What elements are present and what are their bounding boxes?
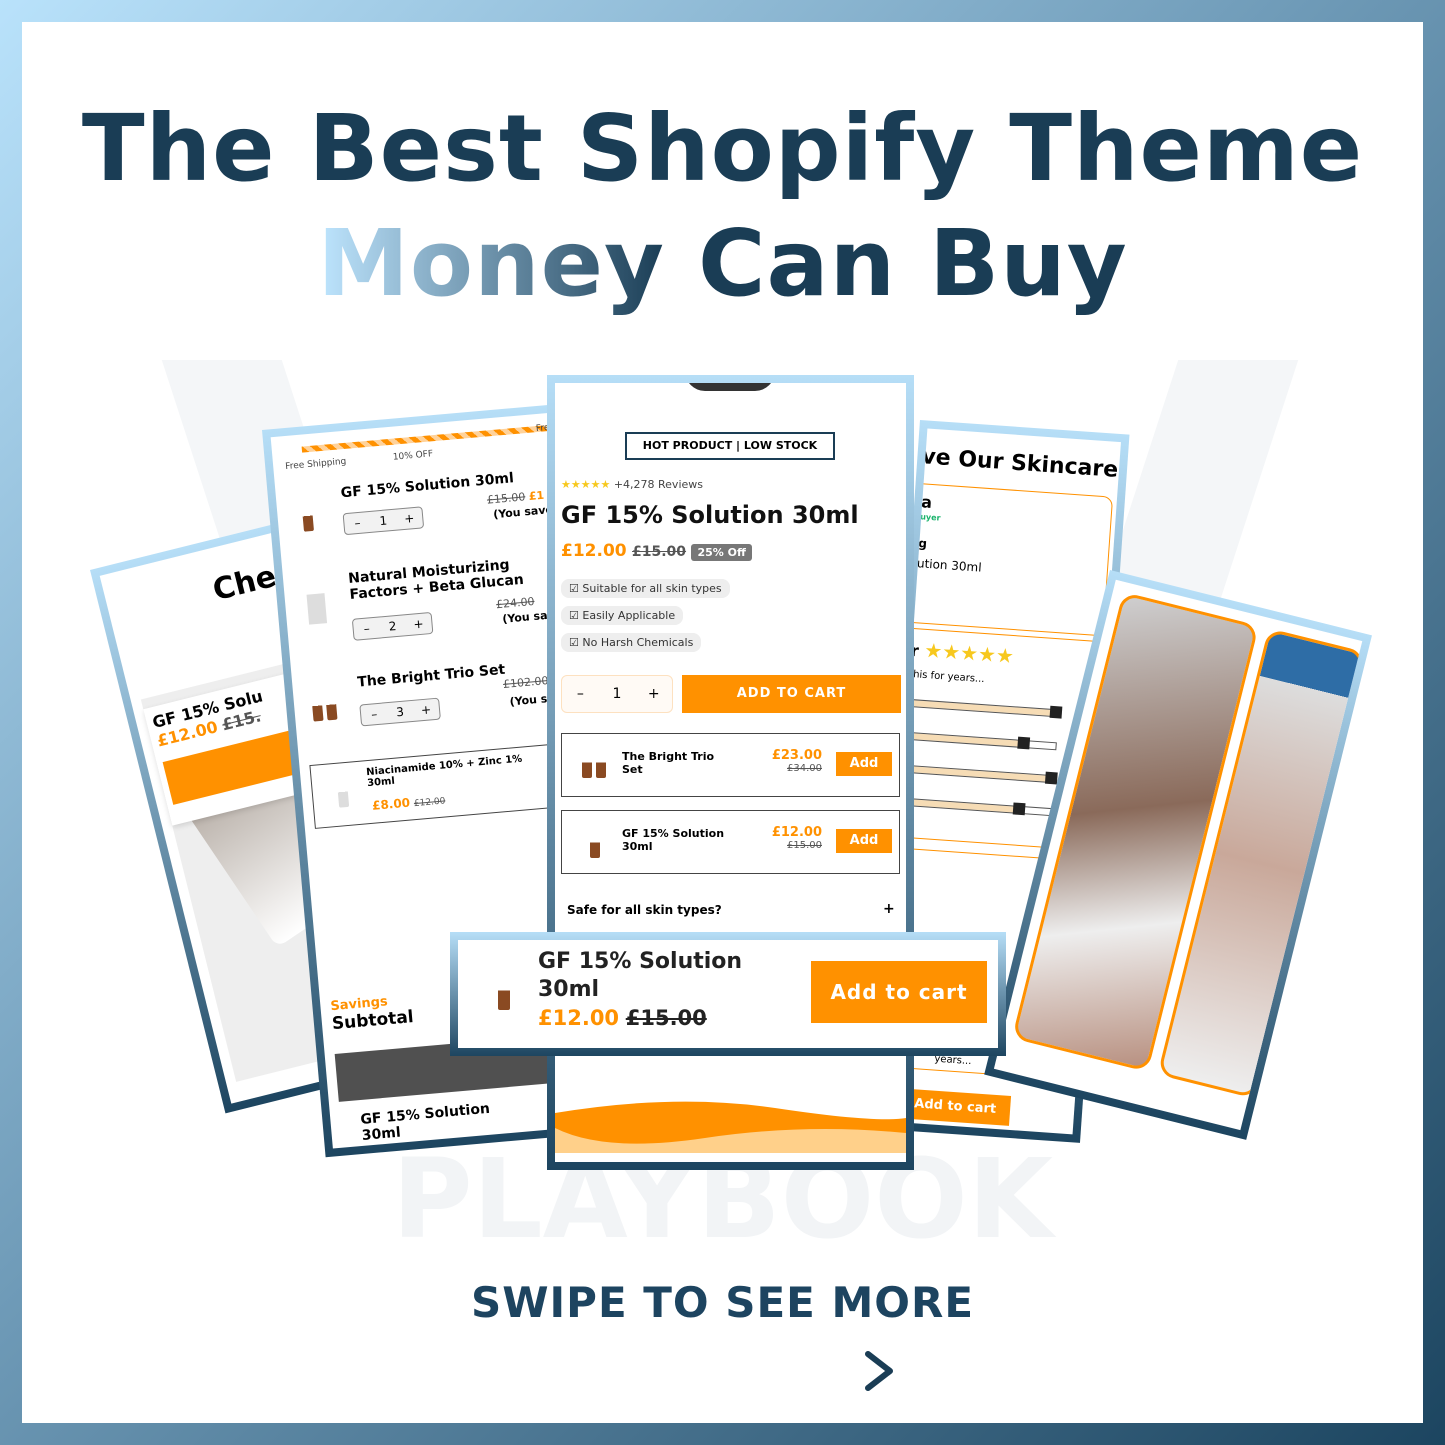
qty-value: 2 [388, 619, 398, 634]
compare-price: £102.00 [502, 674, 549, 691]
reviewer-name: a [920, 492, 933, 513]
price: £12.00 [561, 541, 627, 561]
upsell-add-button[interactable]: Add [836, 752, 892, 776]
checkbox-icon: ☑ [569, 582, 579, 595]
upsell-price: £23.00 [771, 748, 822, 763]
rating-slider-handle [1012, 802, 1026, 816]
qty-value: 3 [395, 704, 405, 720]
feature-text: Suitable for all skin types [582, 582, 722, 595]
plus-icon[interactable]: + [883, 901, 895, 917]
quantity-stepper[interactable]: –3 + [359, 697, 441, 727]
upsell-name: The Bright Trio Set [622, 750, 715, 776]
upsell-item: GF 15% Solution 30ml £12.00 £15.00 Add [561, 810, 900, 874]
quantity-stepper[interactable]: –2 + [351, 611, 434, 641]
sticky-add-to-cart-bar: GF 15% Solution 30ml £12.00 £15.00 Add t… [450, 932, 1006, 1056]
quantity-stepper[interactable]: –1 + [342, 506, 425, 536]
feature-list: ☑ Suitable for all skin types ☑ Easily A… [561, 575, 730, 656]
minus-button[interactable]: – [562, 686, 599, 702]
rating-slider-handle [1049, 705, 1063, 719]
stock-badge: HOT PRODUCT | LOW STOCK [625, 432, 835, 460]
add-to-cart-button[interactable]: ADD TO CART [682, 675, 901, 713]
upsell-compare: £34.00 [787, 763, 822, 774]
savings-text: (You save [492, 502, 554, 522]
upsell-name: Niacinamide 10% + Zinc 1% 30ml [365, 753, 523, 790]
product-thumb [590, 836, 600, 858]
compare-price: £15.00 [632, 544, 687, 560]
cart-item: Natural Moisturizing Factors + Beta Gluc… [293, 551, 590, 666]
product-image [685, 383, 775, 391]
product-thumb [582, 756, 592, 778]
checkbox-icon: ☑ [569, 636, 579, 649]
quantity-stepper[interactable]: –1 + [561, 675, 673, 713]
progress-free-shipping: Free Shipping [284, 456, 347, 473]
upsell-compare: £15.00 [787, 840, 822, 851]
product-thumb [306, 593, 328, 625]
compare-price: £15.00 [486, 490, 526, 507]
savings-text: (You sa [501, 608, 548, 626]
verified-buyer: uyer [919, 512, 941, 523]
star-rating-icon: ★★★★★ [561, 478, 611, 491]
bottom-item-name: GF 15% Solution 30ml [359, 1100, 491, 1144]
cart-item: GF 15% Solution 30ml –1 + £15.00 £1 (You … [285, 461, 581, 566]
arrow-right-icon [600, 1351, 893, 1391]
upsell-name: GF 15% Solution 30ml [622, 827, 725, 853]
review-box: a uyer g ution 30ml [903, 482, 1114, 637]
checkbox-icon: ☑ [569, 609, 579, 622]
qty-value: 1 [378, 513, 388, 529]
upsell-compare: £12.00 [413, 796, 446, 810]
review-label: g [917, 536, 928, 551]
add-to-cart-button[interactable]: Add to cart [899, 1088, 1012, 1126]
rating-slider [898, 698, 1063, 719]
rating-slider-handle [1017, 736, 1031, 750]
sticky-product-title: GF 15% Solution 30ml [538, 949, 743, 1002]
upsell-price: £8.00 [371, 795, 411, 813]
cart-item-name: Natural Moisturizing Factors + Beta Gluc… [347, 556, 525, 603]
feature-text: No Harsh Chemicals [582, 636, 694, 649]
reviews-title: ve Our Skincare [920, 444, 1119, 483]
discount-badge: 25% Off [691, 544, 752, 561]
feature-item: ☑ No Harsh Chemicals [561, 633, 702, 652]
progress-discount: 10% OFF [392, 449, 434, 463]
faq-question[interactable]: Safe for all skin types? [567, 903, 722, 917]
star-rating-icon: ★★★★★ [923, 637, 1015, 669]
product-title: GF 15% Solution 30ml [561, 501, 859, 529]
rating-slider [896, 731, 1057, 751]
cart-item-name: The Bright Trio Set [356, 661, 506, 691]
sticky-compare-price: £15.00 [625, 1006, 707, 1030]
product-thumb [302, 508, 314, 532]
compare-price: £24.00 [495, 594, 536, 612]
feature-item: ☑ Suitable for all skin types [561, 579, 730, 598]
product-thumb [311, 698, 324, 722]
product-thumb [498, 982, 510, 1010]
sticky-price: £12.00 [538, 1006, 620, 1030]
reviewed-product: ution 30ml [916, 556, 983, 575]
cart-upsell: Niacinamide 10% + Zinc 1% 30ml £8.00 £12… [309, 741, 582, 829]
plus-button[interactable]: + [635, 686, 672, 702]
qty-value: 1 [612, 686, 622, 702]
feature-item: ☑ Easily Applicable [561, 606, 684, 625]
upsell-item: The Bright Trio Set £23.00 £34.00 Add [561, 733, 900, 797]
review-text: this for years... [908, 668, 985, 686]
headline-rest: Can Buy [697, 210, 1128, 317]
headline-line1: The Best Shopify Theme [81, 95, 1364, 202]
feature-text: Easily Applicable [582, 609, 676, 622]
product-thumb [337, 784, 350, 808]
swipe-cta: SWIPE TO SEE MORE [470, 1278, 975, 1327]
rating-slider [894, 764, 1058, 785]
headline-gradient-word: Money [317, 210, 665, 317]
headline-line2: Money Can Buy [0, 210, 1445, 317]
upsell-add-button[interactable]: Add [836, 829, 892, 853]
wave-decoration [555, 1101, 906, 1153]
sticky-add-to-cart-button[interactable]: Add to cart [811, 961, 987, 1023]
rating-slider [892, 797, 1053, 817]
review-count[interactable]: +4,278 Reviews [614, 478, 703, 491]
upsell-price: £12.00 [771, 825, 822, 840]
price: £1 [528, 488, 545, 503]
